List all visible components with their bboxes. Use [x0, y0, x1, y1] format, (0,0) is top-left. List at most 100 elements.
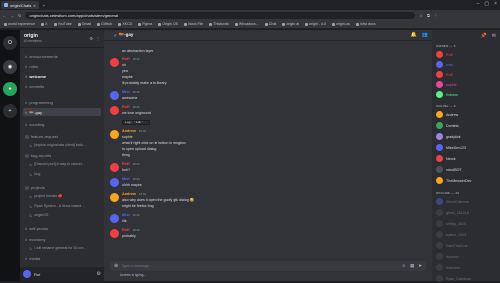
send-icon[interactable]: ➤ — [418, 263, 422, 269]
bookmark-item[interactable]: origin.ai — [282, 22, 299, 26]
bookmark-item[interactable]: world experience — [4, 22, 35, 26]
message-author[interactable]: Ruff — [122, 228, 130, 232]
member-item[interactable]: shiftyy_2810 — [436, 219, 498, 228]
message-author[interactable]: Mist — [122, 90, 130, 94]
maximize-icon[interactable]: ▢ — [484, 1, 489, 7]
bookmark-item[interactable]: GitHub — [97, 22, 112, 26]
message-author[interactable]: Andrew — [122, 129, 136, 133]
channel-item[interactable]: ↳ Ryan System - A Nova-based ... — [23, 202, 101, 210]
avatar[interactable] — [110, 178, 119, 187]
member-item[interactable]: MikeDev123 — [436, 143, 498, 152]
bookmark-item[interactable]: origin-os — [332, 22, 350, 26]
channel-item[interactable]: # programming — [23, 98, 101, 106]
tab-close-icon[interactable]: × — [33, 3, 35, 8]
message-author[interactable]: Ruff — [122, 105, 130, 109]
bookmark-item[interactable]: YouTube — [53, 22, 72, 26]
inbox-icon[interactable]: ✉ — [492, 33, 496, 39]
channel-item[interactable]: ↳ i will rename general for 30 cre... — [23, 244, 101, 252]
bookmark-item[interactable]: Nova File — [184, 22, 203, 26]
channel-item[interactable]: # announcements — [23, 52, 101, 60]
avatar[interactable] — [23, 270, 31, 278]
close-window-icon[interactable]: × — [494, 1, 497, 7]
member-item[interactable]: doloretz — [436, 252, 498, 261]
message-author[interactable]: Mist — [122, 213, 130, 217]
avatar[interactable] — [110, 193, 119, 202]
new-tab-button[interactable]: + — [40, 1, 48, 9]
member-item[interactable]: sophie — [436, 80, 498, 89]
channel-item[interactable]: # welcome — [23, 72, 101, 80]
back-icon[interactable]: ← — [2, 13, 6, 18]
bookmark-item[interactable]: Chat — [264, 22, 276, 26]
avatar[interactable] — [110, 130, 119, 139]
bookmark-item[interactable]: Gmail — [77, 22, 91, 26]
avatar[interactable] — [110, 229, 119, 238]
channel-item[interactable]: # economy — [23, 235, 101, 243]
channel-item[interactable]: # media — [23, 254, 101, 262]
bookmark-star-icon[interactable]: ☆ — [419, 13, 423, 18]
channel-item[interactable]: # 🏳️‍🌈-gay — [23, 108, 101, 116]
minimize-icon[interactable]: – — [477, 1, 480, 7]
extensions-icon[interactable]: ⧉ — [427, 13, 430, 18]
notification-bell-icon[interactable]: 🔔 — [411, 32, 417, 38]
channel-item[interactable]: ↳ originOS — [23, 211, 101, 219]
bookmark-item[interactable]: Figma — [138, 22, 152, 26]
bookmark-item[interactable]: Origin OS — [158, 22, 178, 26]
channel-item[interactable]: # commits — [23, 82, 101, 90]
members-list-icon[interactable]: 👥 — [422, 32, 428, 38]
member-item[interactable]: Andrew — [436, 110, 498, 119]
emoji-icon[interactable]: ☺ — [401, 263, 406, 269]
avatar[interactable] — [110, 91, 119, 100]
server-icon[interactable]: ● — [3, 82, 17, 96]
user-settings-gear-icon[interactable]: ⚙ — [97, 271, 101, 277]
message-author[interactable]: Ruff — [122, 162, 130, 166]
bookmark-item[interactable]: X — [41, 22, 48, 26]
member-item[interactable]: ShowCallzone — [436, 197, 498, 206]
channel-item[interactable]: # counting — [23, 120, 101, 128]
url-field[interactable]: originchats.celestium.com/app/chats/stem… — [25, 11, 416, 19]
member-item[interactable]: Kalestim — [436, 263, 498, 272]
bookmark-item[interactable]: Infra docs — [355, 22, 376, 26]
member-item[interactable]: Ryan_Daedead — [436, 274, 498, 283]
attach-plus-icon[interactable]: ⊕ — [114, 263, 118, 269]
server-icon[interactable]: ◉ — [3, 60, 17, 74]
channel-item[interactable]: ▤ bug-reports — [23, 151, 101, 159]
channel-item[interactable]: ↳ project tomato 🍅 — [23, 192, 101, 200]
avatar[interactable] — [110, 214, 119, 223]
member-item[interactable]: Ruff — [436, 50, 498, 59]
message-input[interactable] — [121, 264, 399, 268]
pin-icon[interactable]: 📌 — [481, 33, 487, 39]
channel-item[interactable]: ↳ bug — [23, 170, 101, 178]
member-item[interactable]: Neork — [436, 154, 498, 163]
member-item[interactable]: bylkov_1903 — [436, 230, 498, 239]
message-author[interactable]: Mist — [122, 177, 130, 181]
channel-item[interactable]: ▤ feature-request — [23, 132, 101, 140]
server-settings-icon[interactable]: ⚙ — [89, 36, 93, 41]
member-item[interactable]: DamThatOne — [436, 241, 498, 250]
message-author[interactable]: Andrew — [122, 192, 136, 196]
member-item[interactable]: Dominic — [436, 121, 498, 130]
channel-item[interactable]: ▤ projects — [23, 183, 101, 191]
member-item[interactable]: ghost_281018 — [436, 208, 498, 217]
bookmark-item[interactable]: Whoadocs... — [234, 22, 259, 26]
bookmark-item[interactable]: XKCD — [118, 22, 132, 26]
channel-item[interactable]: # self-promo — [23, 224, 101, 232]
browser-menu-icon[interactable]: ⋮ — [434, 13, 438, 18]
bookmark-item[interactable]: origin - 4.0 — [305, 22, 326, 26]
reload-icon[interactable]: ↻ — [18, 13, 21, 18]
member-item[interactable]: TheMeowerDev — [436, 176, 498, 185]
browser-tab-active[interactable]: origin/Chats × — [1, 1, 39, 9]
avatar[interactable] — [110, 163, 119, 172]
channel-item[interactable]: ↳ [Discord port] A way to cancel... — [23, 160, 101, 168]
member-item[interactable]: mist — [436, 60, 498, 69]
avatar[interactable] — [110, 58, 119, 67]
member-item[interactable]: gradytink — [436, 132, 498, 141]
channel-item[interactable]: # rules — [23, 62, 101, 70]
member-item[interactable]: Kobzon — [436, 90, 498, 99]
server-icon[interactable]: + — [3, 104, 17, 118]
message-author[interactable]: Ruff — [122, 57, 130, 61]
channel-item[interactable]: ↳ [sophie.originchats client] inclu... — [23, 141, 101, 149]
forward-icon[interactable]: → — [10, 13, 14, 18]
bookmark-item[interactable]: Thisfunds — [209, 22, 229, 26]
server-menu-icon[interactable]: ⋮ — [96, 36, 100, 41]
avatar[interactable] — [110, 106, 119, 115]
